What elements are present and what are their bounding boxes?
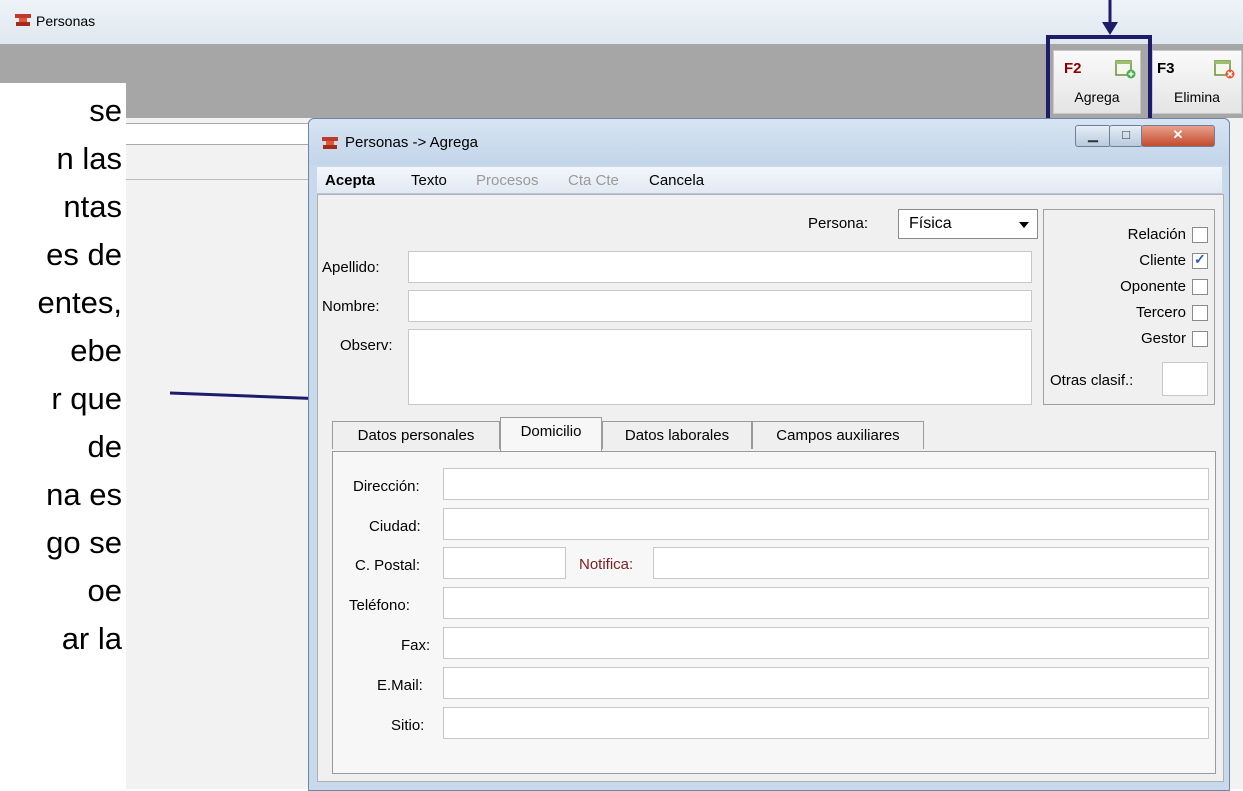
arrow-down-icon <box>1102 0 1118 35</box>
direccion-label: Dirección: <box>353 478 420 495</box>
add-person-dialog: Personas -> Agrega ▁ □ ✕ Acepta Texto Pr… <box>308 118 1230 791</box>
gestor-row: Gestor <box>1140 330 1208 348</box>
maximize-button[interactable]: □ <box>1109 125 1143 147</box>
overlay-line: go se <box>46 525 122 560</box>
menu-cancel[interactable]: Cancela <box>649 172 704 189</box>
maximize-icon: □ <box>1122 127 1130 142</box>
minimize-button[interactable]: ▁ <box>1075 125 1111 147</box>
nombre-field[interactable] <box>408 290 1032 322</box>
delete-button[interactable]: F3 Elimina <box>1152 50 1242 114</box>
classification-group: Relación Cliente ✓ Oponente Tercero Gesto… <box>1043 209 1215 405</box>
telefono-label: Teléfono: <box>349 597 410 614</box>
oponente-checkbox[interactable] <box>1192 279 1208 296</box>
app-icon <box>15 14 31 26</box>
menu-processes[interactable]: Procesos <box>476 172 539 189</box>
overlay-line: entes, <box>37 285 122 320</box>
cpostal-field[interactable] <box>443 547 566 579</box>
overlay-line: es de <box>46 237 122 272</box>
observ-label: Observ: <box>340 337 393 354</box>
fax-label: Fax: <box>401 637 431 654</box>
cliente-row: Cliente ✓ <box>1139 251 1208 270</box>
observ-field[interactable] <box>408 329 1032 405</box>
relacion-label: Relación <box>1127 226 1186 243</box>
apellido-label: Apellido: <box>322 259 380 276</box>
overlay-line: se <box>89 93 122 128</box>
tercero-row: Tercero <box>1135 304 1208 322</box>
delete-shortcut-key: F3 <box>1157 60 1175 77</box>
dialog-title-bar: Personas -> Agrega ▁ □ ✕ <box>309 119 1229 165</box>
delete-record-icon <box>1214 60 1235 79</box>
highlight-box <box>1046 35 1152 127</box>
close-button[interactable]: ✕ <box>1141 125 1215 147</box>
chevron-down-icon <box>1019 222 1029 228</box>
sitio-label: Sitio: <box>391 717 425 734</box>
overlay-text-block: se n las ntas es de entes, ebe r que de … <box>0 83 126 789</box>
sitio-field[interactable] <box>443 707 1209 739</box>
email-field[interactable] <box>443 667 1209 699</box>
cliente-label: Cliente <box>1139 252 1186 269</box>
persona-value: Física <box>909 215 952 232</box>
tercero-checkbox[interactable] <box>1192 305 1208 322</box>
email-label: E.Mail: <box>377 677 423 694</box>
overlay-line: ar la <box>61 621 122 656</box>
overlay-line: n las <box>56 141 122 176</box>
window-title: Personas <box>36 13 96 29</box>
dialog-title: Personas -> Agrega <box>345 134 479 151</box>
tab-campos-auxiliares[interactable]: Campos auxiliares <box>752 421 924 449</box>
tab-datos-personales[interactable]: Datos personales <box>332 421 500 449</box>
otras-clasif-label: Otras clasif.: <box>1050 372 1134 389</box>
gestor-checkbox[interactable] <box>1192 331 1208 348</box>
nombre-label: Nombre: <box>322 298 380 315</box>
relacion-checkbox[interactable] <box>1192 227 1208 244</box>
direccion-field[interactable] <box>443 468 1209 500</box>
delete-button-label: Elimina <box>1174 89 1220 105</box>
oponente-label: Oponente <box>1120 278 1186 295</box>
overlay-line: ntas <box>63 189 122 224</box>
gestor-label: Gestor <box>1140 330 1186 347</box>
cliente-checkbox[interactable]: ✓ <box>1192 251 1208 270</box>
dialog-menu-bar: Acepta Texto Procesos Cta Cte Cancela <box>317 167 1222 194</box>
overlay-line: de <box>87 429 122 464</box>
relacion-row: Relación <box>1127 226 1208 244</box>
tab-datos-laborales[interactable]: Datos laborales <box>602 421 752 449</box>
tab-domicilio[interactable]: Domicilio <box>500 417 602 451</box>
fax-field[interactable] <box>443 627 1209 659</box>
menu-text[interactable]: Texto <box>411 172 447 189</box>
ciudad-label: Ciudad: <box>369 518 421 535</box>
menu-accept[interactable]: Acepta <box>325 172 375 189</box>
persona-select[interactable]: Física <box>898 209 1038 239</box>
overlay-line: oe <box>87 573 122 608</box>
minimize-icon: ▁ <box>1088 127 1098 142</box>
domicilio-panel: Dirección: Ciudad: C. Postal: Notifica: … <box>332 451 1216 774</box>
overlay-line: na es <box>46 477 122 512</box>
cpostal-label: C. Postal: <box>355 557 421 574</box>
close-icon: ✕ <box>1172 127 1184 142</box>
apellido-field[interactable] <box>408 251 1032 283</box>
app-icon <box>322 137 338 149</box>
persona-label: Persona: <box>808 215 869 232</box>
overlay-line: ebe <box>70 333 122 368</box>
telefono-field[interactable] <box>443 587 1209 619</box>
oponente-row: Oponente <box>1120 278 1208 296</box>
dialog-body: Persona: Física Apellido: Nombre: Observ… <box>317 194 1224 782</box>
menu-current-account[interactable]: Cta Cte <box>568 172 619 189</box>
checkmark-icon: ✓ <box>1194 251 1206 268</box>
overlay-line: r que <box>51 381 122 416</box>
ciudad-field[interactable] <box>443 508 1209 540</box>
otras-clasif-field[interactable] <box>1162 362 1208 396</box>
notifica-field[interactable] <box>653 547 1209 579</box>
tercero-label: Tercero <box>1135 304 1186 321</box>
notifica-label: Notifica: <box>579 556 634 573</box>
